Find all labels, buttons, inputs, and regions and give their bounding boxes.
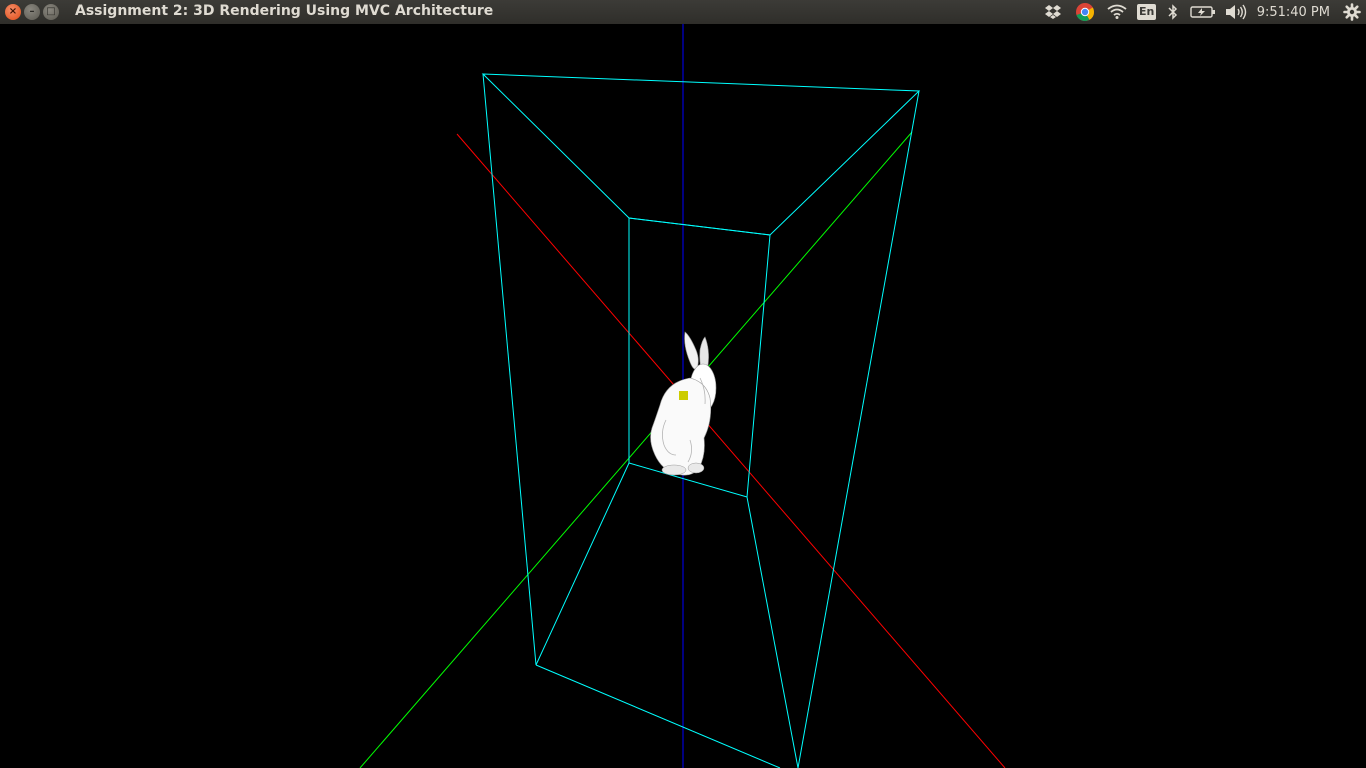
maximize-button[interactable]: □ bbox=[43, 4, 59, 20]
close-icon: × bbox=[8, 6, 18, 17]
clock[interactable]: 9:51:40 PM bbox=[1251, 0, 1338, 24]
frustum-edge-right-back bbox=[797, 90, 920, 768]
maximize-icon: □ bbox=[46, 6, 56, 17]
x-axis-line bbox=[456, 133, 1006, 768]
minimize-button[interactable]: – bbox=[24, 4, 40, 20]
window-title: Assignment 2: 3D Rendering Using MVC Arc… bbox=[75, 3, 494, 19]
system-tray: En 9:51:40 PM bbox=[1037, 0, 1366, 24]
dropbox-icon[interactable] bbox=[1037, 0, 1069, 24]
frustum-edge-left-back bbox=[482, 73, 537, 666]
volume-icon[interactable] bbox=[1221, 0, 1251, 24]
minimize-icon: – bbox=[29, 6, 35, 17]
keyboard-layout-indicator[interactable]: En bbox=[1133, 0, 1161, 24]
top-panel: × – □ Assignment 2: 3D Rendering Using M… bbox=[0, 0, 1366, 24]
wifi-icon[interactable] bbox=[1101, 0, 1133, 24]
render-viewport[interactable] bbox=[0, 24, 1366, 768]
battery-icon[interactable] bbox=[1185, 0, 1221, 24]
frustum-edge-right-front bbox=[746, 496, 799, 768]
window-controls: × – □ bbox=[5, 4, 59, 20]
frustum-far-top-face bbox=[481, 73, 921, 236]
chrome-icon[interactable] bbox=[1069, 0, 1101, 24]
settings-gear-icon[interactable] bbox=[1338, 0, 1366, 24]
frustum-edge-bottom bbox=[535, 664, 781, 768]
y-axis-line bbox=[359, 131, 913, 768]
keyboard-layout-icon: En bbox=[1137, 4, 1157, 20]
light-source-marker bbox=[679, 391, 688, 400]
close-button[interactable]: × bbox=[5, 4, 21, 20]
bluetooth-icon[interactable] bbox=[1161, 0, 1185, 24]
scene-canvas[interactable] bbox=[0, 24, 1366, 768]
frustum-edge-left-front bbox=[535, 462, 630, 666]
